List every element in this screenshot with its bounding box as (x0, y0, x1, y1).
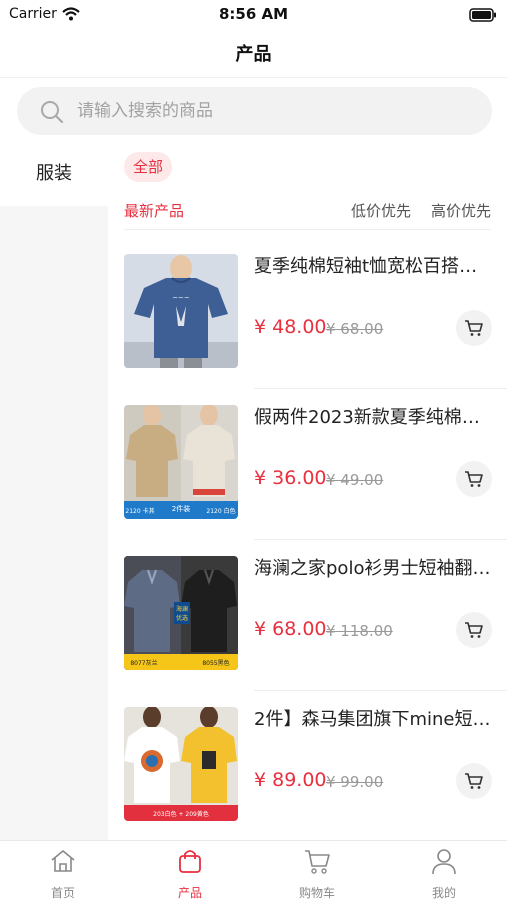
shopping-bag-icon (179, 850, 201, 873)
user-icon (432, 849, 456, 875)
status-bar: Carrier 8:56 AM (0, 0, 507, 28)
product-image[interactable]: 2120 卡其 2件装 2120 白色 (124, 405, 238, 519)
thumb-label: 203白色 + 209黄色 (153, 810, 209, 818)
sidebar-item-clothing[interactable]: 服装 (0, 142, 108, 206)
divider (254, 388, 507, 389)
tab-label: 我的 (431, 886, 456, 900)
product-original-price: ¥ 118.00 (326, 622, 393, 640)
product-name[interactable]: 2件】森马集团旗下mine短袖t恤男 (254, 705, 494, 731)
product-item[interactable]: 海澜 优选 8077灰兰 8055黑色 海澜之家polo衫男士短袖翻领t恤 ¥ … (124, 544, 507, 691)
sort-bar: 最新产品 低价优先 高价优先 (124, 198, 491, 230)
tab-bar: 首页 产品 购物车 我的 (0, 840, 507, 900)
product-name[interactable]: 夏季纯棉短袖t恤宽松百搭男士上衣 (254, 252, 494, 278)
home-icon (51, 850, 75, 872)
cart-icon (465, 773, 483, 789)
product-name[interactable]: 海澜之家polo衫男士短袖翻领t恤 (254, 554, 494, 580)
product-item[interactable]: 2120 卡其 2件装 2120 白色 假两件2023新款夏季纯棉短袖t恤男 ¥… (124, 393, 507, 540)
tab-home[interactable]: 首页 (0, 841, 126, 900)
sort-price-low[interactable]: 低价优先 (351, 200, 411, 221)
product-image[interactable]: ~~~ (124, 254, 238, 368)
tab-label: 购物车 (298, 886, 335, 900)
thumb-label: 2120 卡其 (125, 507, 154, 515)
product-list-panel: 全部 最新产品 低价优先 高价优先 ~~~ 夏季纯棉短袖t恤宽松百搭男士上衣 ¥… (108, 142, 507, 840)
tab-products[interactable]: 产品 (127, 841, 253, 900)
product-item[interactable]: ~~~ 夏季纯棉短袖t恤宽松百搭男士上衣 ¥ 48.00 ¥ 68.00 (124, 242, 507, 389)
search-input[interactable] (77, 87, 477, 135)
add-to-cart-button[interactable] (456, 612, 492, 648)
add-to-cart-button[interactable] (456, 461, 492, 497)
search-bar[interactable] (17, 87, 492, 135)
tab-cart[interactable]: 购物车 (254, 841, 380, 900)
divider (254, 539, 507, 540)
cart-icon (465, 622, 483, 638)
category-sidebar: 服装 (0, 142, 108, 840)
search-icon (39, 99, 65, 129)
add-to-cart-button[interactable] (456, 310, 492, 346)
cart-icon (305, 850, 330, 874)
product-price: ¥ 89.00 (254, 769, 327, 791)
tab-mine[interactable]: 我的 (381, 841, 507, 900)
page-title: 产品 (235, 44, 272, 65)
cart-icon (465, 471, 483, 487)
sort-price-high[interactable]: 高价优先 (431, 200, 491, 221)
divider (254, 690, 507, 691)
product-original-price: ¥ 99.00 (326, 773, 384, 791)
tab-label: 产品 (177, 886, 202, 900)
product-price: ¥ 68.00 (254, 618, 327, 640)
battery-icon (469, 7, 497, 26)
product-name[interactable]: 假两件2023新款夏季纯棉短袖t恤男 (254, 403, 494, 429)
thumb-label: 2件装 (172, 504, 190, 513)
product-image[interactable]: 海澜 优选 8077灰兰 8055黑色 (124, 556, 238, 670)
thumb-label: 8055黑色 (202, 659, 229, 667)
thumb-label: 2120 白色 (206, 507, 235, 515)
product-price: ¥ 36.00 (254, 467, 327, 489)
tab-label: 首页 (50, 886, 75, 900)
thumb-label: 海澜 (176, 605, 188, 613)
product-price: ¥ 48.00 (254, 316, 327, 338)
product-original-price: ¥ 68.00 (326, 320, 384, 338)
product-image[interactable]: 203白色 + 209黄色 (124, 707, 238, 821)
svg-text:~~~: ~~~ (172, 294, 190, 302)
thumb-label: 8077灰兰 (130, 659, 157, 667)
cart-icon (465, 320, 483, 336)
product-item[interactable]: 203白色 + 209黄色 2件】森马集团旗下mine短袖t恤男 ¥ 89.00… (124, 695, 507, 835)
filter-chip-all[interactable]: 全部 (124, 152, 173, 182)
sort-newest[interactable]: 最新产品 (124, 200, 184, 221)
navigation-bar: 产品 (0, 28, 507, 78)
add-to-cart-button[interactable] (456, 763, 492, 799)
thumb-label: 优选 (176, 614, 188, 622)
product-original-price: ¥ 49.00 (326, 471, 384, 489)
status-time: 8:56 AM (218, 5, 289, 23)
